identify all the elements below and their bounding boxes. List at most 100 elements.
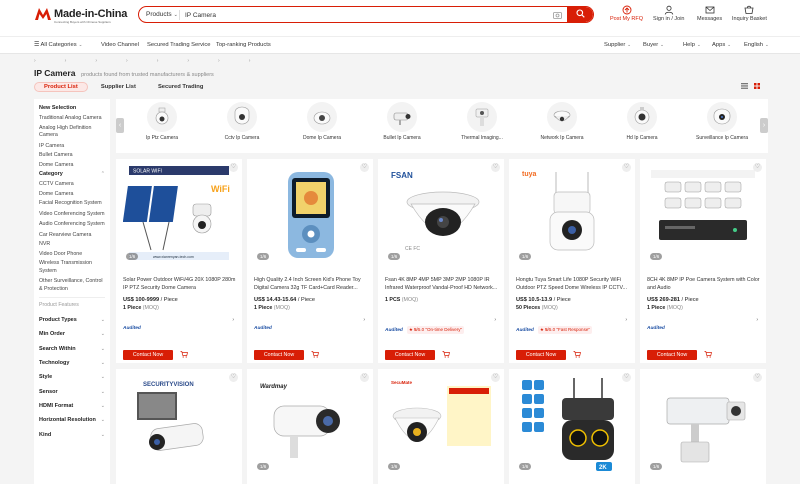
filter-technology[interactable]: Technology ⌄: [39, 356, 105, 370]
inquiry-basket-link[interactable]: Inquiry Basket: [732, 5, 767, 22]
carousel-item[interactable]: Thermal Imaging...: [452, 102, 512, 142]
sidebar-item[interactable]: Analog High Definition Camera: [39, 125, 105, 140]
all-categories-menu[interactable]: ☰ All Categories ⌄: [34, 42, 82, 48]
grid-view-icon[interactable]: [754, 83, 760, 91]
favorite-icon[interactable]: ♡: [622, 163, 631, 172]
favorite-icon[interactable]: ♡: [491, 373, 500, 382]
contact-now-button[interactable]: Contact Now: [647, 350, 697, 360]
sidebar-item[interactable]: Video Conferencing System: [39, 211, 105, 219]
contact-now-button[interactable]: Contact Now: [123, 350, 173, 360]
contact-now-button[interactable]: Contact Now: [516, 350, 566, 360]
category-heading[interactable]: Category ⌃: [39, 171, 105, 177]
image-search-camera-icon[interactable]: [553, 11, 562, 21]
product-title[interactable]: High Quality 2.4 Inch Screen Kid's Phone…: [254, 277, 368, 292]
product-image[interactable]: Wardmay: [254, 374, 366, 474]
chevron-right-icon[interactable]: ›: [232, 317, 234, 323]
nav-language[interactable]: English ⌄: [744, 42, 769, 48]
product-image[interactable]: FSAN CE FC: [385, 164, 497, 264]
favorite-icon[interactable]: ♡: [360, 163, 369, 172]
tab-product-list[interactable]: Product List: [34, 82, 88, 92]
nav-top-ranking[interactable]: Top-ranking Products: [216, 42, 271, 48]
filter-style[interactable]: Style ⌄: [39, 370, 105, 384]
nav-supplier[interactable]: Supplier ⌄: [604, 42, 631, 48]
site-logo[interactable]: Made-in-China Connecting Buyers with Chi…: [34, 6, 127, 24]
carousel-item[interactable]: Ip Ptz Camera: [132, 102, 192, 142]
product-image[interactable]: SOLAR WIFI WiFi www.xianrenyan-tech.com: [123, 164, 235, 264]
sign-in-link[interactable]: Sign in / Join: [653, 5, 685, 22]
search-input[interactable]: [185, 9, 525, 21]
nav-apps[interactable]: Apps ⌄: [712, 42, 731, 48]
product-image[interactable]: [647, 374, 759, 474]
product-image[interactable]: SecuMate: [385, 374, 497, 474]
favorite-icon[interactable]: ♡: [753, 163, 762, 172]
product-image[interactable]: SECURITYVISION: [123, 374, 235, 474]
sidebar-item[interactable]: Car Rearview Camera: [39, 232, 105, 240]
nav-help[interactable]: Help ⌄: [683, 42, 701, 48]
chevron-right-icon[interactable]: ›: [494, 317, 496, 323]
messages-link[interactable]: Messages: [697, 5, 722, 22]
contact-now-button[interactable]: Contact Now: [254, 350, 304, 360]
product-image[interactable]: tuya: [516, 164, 628, 264]
product-image[interactable]: [254, 164, 366, 264]
carousel-next-button[interactable]: ›: [760, 118, 768, 133]
sidebar-item[interactable]: Traditional Analog Camera: [39, 115, 105, 123]
product-title[interactable]: Fsan 4K 8MP 4MP 5MP 3MP 2MP 1080P IR Inf…: [385, 277, 499, 292]
sidebar-item[interactable]: Other Surveillance, Control & Protection: [39, 278, 105, 293]
carousel-item[interactable]: Hd Ip Camera: [612, 102, 672, 142]
carousel-item[interactable]: Network Ip Camera: [532, 102, 592, 142]
carousel-item[interactable]: Surveillance Ip Camera: [692, 102, 752, 142]
sidebar-item[interactable]: Audio Conferencing System: [39, 221, 105, 229]
product-card[interactable]: Wardmay 1/6 ♡: [247, 369, 373, 484]
list-view-icon[interactable]: [741, 83, 748, 91]
add-to-basket-icon[interactable]: [442, 351, 450, 360]
chevron-right-icon[interactable]: ›: [625, 317, 627, 323]
add-to-basket-icon[interactable]: [311, 351, 319, 360]
contact-now-button[interactable]: Contact Now: [385, 350, 435, 360]
sidebar-item[interactable]: Bullet Camera: [39, 152, 105, 160]
product-card[interactable]: 1/6 ♡ High Quality 2.4 Inch Screen Kid's…: [247, 159, 373, 363]
favorite-icon[interactable]: ♡: [622, 373, 631, 382]
carousel-item[interactable]: Cctv Ip Camera: [212, 102, 272, 142]
sidebar-item[interactable]: Facial Recognition System: [39, 200, 105, 208]
carousel-item[interactable]: Bullet Ip Camera: [372, 102, 432, 142]
favorite-icon[interactable]: ♡: [229, 373, 238, 382]
sidebar-item[interactable]: IP Camera: [39, 143, 105, 151]
carousel-prev-button[interactable]: ‹: [116, 118, 124, 133]
product-image[interactable]: 2K: [516, 374, 628, 474]
filter-min-order[interactable]: Min Order ⌄: [39, 327, 105, 341]
product-title[interactable]: Solar Power Outdoor WiFi/4G 20X 1080P 28…: [123, 277, 237, 292]
tab-secured-trading[interactable]: Secured Trading: [149, 82, 212, 92]
chevron-right-icon[interactable]: ›: [756, 317, 758, 323]
sidebar-item[interactable]: Dome Camera: [39, 191, 105, 199]
favorite-icon[interactable]: ♡: [753, 373, 762, 382]
favorite-icon[interactable]: ♡: [229, 163, 238, 172]
filter-kind[interactable]: Kind ⌄: [39, 427, 105, 441]
chevron-right-icon[interactable]: ›: [363, 317, 365, 323]
filter-hdmi-format[interactable]: HDMI Format ⌄: [39, 399, 105, 413]
product-card[interactable]: 1/6 ♡ 8CH 4K 8MP IP Poe Camera System wi…: [640, 159, 766, 363]
search-button[interactable]: [567, 7, 593, 22]
carousel-item[interactable]: Dome Ip Camera: [292, 102, 352, 142]
nav-video-channel[interactable]: Video Channel: [101, 42, 139, 48]
product-card[interactable]: tuya 1/6 ♡ Hongtu Tuya Smart Life 1080P …: [509, 159, 635, 363]
add-to-basket-icon[interactable]: [704, 351, 712, 360]
sidebar-item[interactable]: Video Door Phone: [39, 251, 105, 259]
product-card[interactable]: SOLAR WIFI WiFi www.xianrenyan-tech.com …: [116, 159, 242, 363]
filter-product-types[interactable]: Product Types ⌄: [39, 313, 105, 327]
product-title[interactable]: Hongtu Tuya Smart Life 1080P Security Wi…: [516, 277, 630, 292]
favorite-icon[interactable]: ♡: [360, 373, 369, 382]
add-to-basket-icon[interactable]: [180, 351, 188, 360]
tab-supplier-list[interactable]: Supplier List: [92, 82, 145, 92]
favorite-icon[interactable]: ♡: [491, 163, 500, 172]
sidebar-item[interactable]: Dome Camera: [39, 162, 105, 170]
product-card[interactable]: SECURITYVISION ♡: [116, 369, 242, 484]
filter-sensor[interactable]: Sensor ⌄: [39, 384, 105, 398]
product-card[interactable]: 1/6 ♡: [640, 369, 766, 484]
sidebar-item[interactable]: Wireless Transmission System: [39, 260, 105, 275]
nav-buyer[interactable]: Buyer ⌄: [643, 42, 664, 48]
nav-secured-trading[interactable]: Secured Trading Service: [147, 42, 210, 48]
add-to-basket-icon[interactable]: [573, 351, 581, 360]
product-card[interactable]: 2K 1/6 ♡: [509, 369, 635, 484]
product-title[interactable]: 8CH 4K 8MP IP Poe Camera System with Col…: [647, 277, 761, 292]
filter-search-within[interactable]: Search Within ⌄: [39, 342, 105, 356]
